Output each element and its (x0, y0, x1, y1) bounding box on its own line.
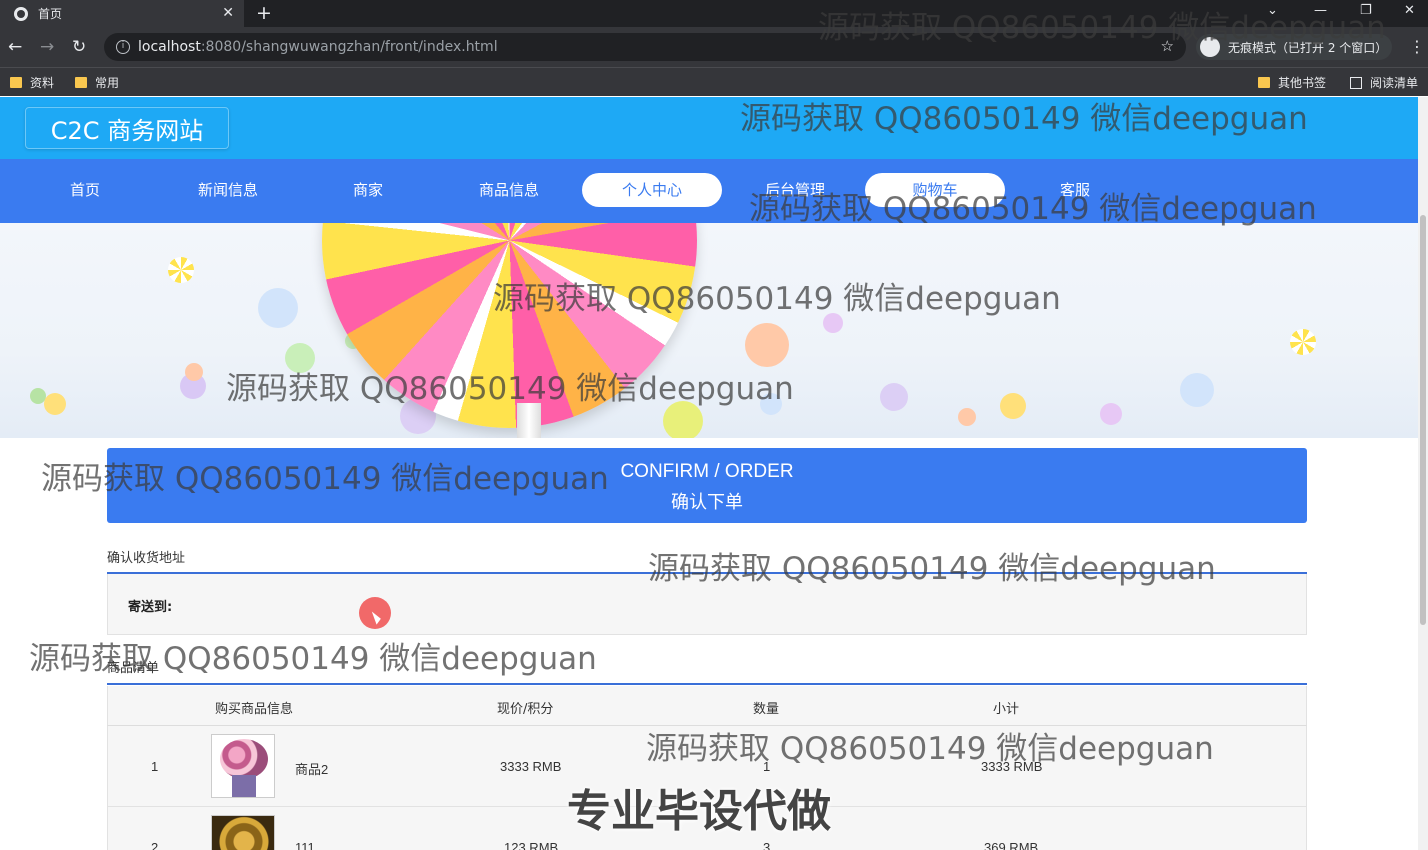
new-tab-icon[interactable]: + (256, 2, 272, 24)
product-price: 3333 RMB (500, 759, 562, 774)
product-name: 111 (295, 840, 315, 850)
window-close-icon[interactable]: ✕ (1404, 3, 1415, 18)
globe-icon (14, 6, 28, 21)
product-name: 商品2 (295, 762, 329, 777)
address-section-title: 确认收货地址 (107, 551, 186, 566)
watermark-text: 源码获取 QQ86050149 微信deepguan (226, 371, 794, 407)
reading-list-icon (1350, 76, 1362, 89)
table-header: 购买商品信息 现价/积分 数量 小计 (107, 686, 1307, 726)
browser-tab[interactable]: 首页 ✕ (0, 0, 244, 27)
ship-to-label: 寄送到: (128, 600, 173, 615)
bookmark-label: 常用 (95, 76, 120, 90)
bookmark-label: 其他书签 (1278, 76, 1327, 90)
watermark-text: 源码获取 QQ86050149 微信deepguan (648, 551, 1216, 587)
close-tab-icon[interactable]: ✕ (222, 5, 234, 21)
forward-icon[interactable]: → (40, 37, 54, 57)
tab-title: 首页 (38, 7, 63, 21)
nav-merchants[interactable]: 商家 (298, 173, 438, 207)
nav-products[interactable]: 商品信息 (439, 173, 579, 207)
column-header: 数量 (753, 702, 780, 717)
folder-icon (1258, 77, 1270, 88)
site-logo[interactable]: C2C 商务网站 (25, 107, 229, 149)
back-icon[interactable]: ← (8, 37, 22, 57)
lollipop-stick (517, 403, 541, 438)
watermark-text: 源码获取 QQ86050149 微信deepguan (646, 731, 1214, 767)
nav-personal-center[interactable]: 个人中心 (582, 173, 722, 207)
product-thumbnail[interactable] (211, 734, 275, 798)
bookmark-label: 阅读清单 (1370, 76, 1419, 90)
product-price: 123 RMB (504, 840, 559, 850)
bookmark-folder-ziliao[interactable]: 资料 (10, 74, 54, 91)
folder-icon (75, 77, 87, 88)
product-subtotal: 369 RMB (984, 840, 1039, 850)
bookmark-folder-changyong[interactable]: 常用 (75, 74, 119, 91)
row-index: 1 (151, 759, 159, 774)
watermark-text: 源码获取 QQ86050149 微信deepguan (41, 461, 609, 497)
watermark-text: 源码获取 QQ86050149 微信deepguan (740, 101, 1308, 137)
watermark-text: 源码获取 QQ86050149 微信deepguan (29, 641, 597, 677)
items-divider (107, 683, 1307, 685)
site-info-icon[interactable]: i (116, 40, 130, 54)
nav-home[interactable]: 首页 (15, 173, 155, 207)
page-scrollbar[interactable] (1418, 97, 1428, 850)
row-index: 2 (151, 840, 159, 850)
small-lollipop (168, 257, 194, 283)
column-header: 现价/积分 (497, 702, 554, 717)
product-thumbnail[interactable] (211, 815, 275, 850)
column-header: 购买商品信息 (215, 702, 294, 717)
scrollbar-thumb[interactable] (1420, 215, 1426, 625)
nav-news[interactable]: 新闻信息 (158, 173, 298, 207)
product-qty: 3 (763, 840, 771, 850)
bookmark-label: 资料 (30, 76, 55, 90)
watermark-banner: 专业毕设代做 (567, 786, 831, 837)
reading-list[interactable]: 阅读清单 (1350, 74, 1418, 91)
small-lollipop (1290, 329, 1316, 355)
bookmark-other[interactable]: 其他书签 (1258, 74, 1326, 91)
watermark-text: 源码获取 QQ86050149 微信deepguan (818, 10, 1386, 46)
url-path: :8080/shangwuwangzhan/front/index.html (200, 39, 498, 55)
url-host: localhost (138, 39, 201, 55)
folder-icon (10, 77, 22, 88)
reload-icon[interactable]: ↻ (72, 37, 86, 57)
menu-icon[interactable]: ⋮ (1409, 37, 1425, 56)
watermark-text: 源码获取 QQ86050149 微信deepguan (749, 191, 1317, 227)
column-header: 小计 (993, 702, 1020, 717)
watermark-text: 源码获取 QQ86050149 微信deepguan (493, 281, 1061, 317)
bookmarks-bar: 资料 常用 其他书签 阅读清单 (0, 67, 1428, 96)
